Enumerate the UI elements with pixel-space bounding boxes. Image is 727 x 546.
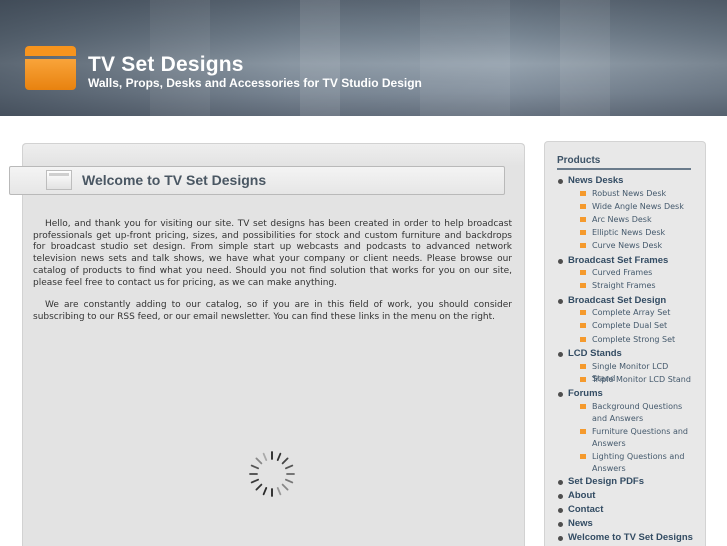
nav-straight-frames[interactable]: Straight Frames	[580, 280, 692, 292]
nav-complete-array-set[interactable]: Complete Array Set	[580, 307, 692, 319]
nav-broadcast-set-frames[interactable]: Broadcast Set Frames	[557, 255, 668, 266]
loading-spinner-icon	[249, 451, 295, 497]
sidebar-heading: Products	[557, 155, 601, 166]
page-icon	[46, 170, 72, 190]
site-tagline: Walls, Props, Desks and Accessories for …	[88, 76, 422, 90]
nav-lighting-questions[interactable]: Lighting Questions and Answers	[580, 451, 692, 475]
nav-wide-angle-news-desk[interactable]: Wide Angle News Desk	[580, 201, 692, 213]
catalog-paragraph: We are constantly adding to our catalog,…	[33, 300, 512, 322]
nav-arc-news-desk[interactable]: Arc News Desk	[580, 214, 692, 226]
nav-lcd-stands[interactable]: LCD Stands	[558, 348, 622, 359]
site-logo[interactable]	[25, 46, 76, 90]
nav-background-questions[interactable]: Background Questions and Answers	[580, 401, 692, 425]
page-title-bar: Welcome to TV Set Designs	[9, 166, 505, 195]
nav-complete-dual-set[interactable]: Complete Dual Set	[580, 320, 692, 332]
sidebar-divider	[557, 168, 691, 170]
nav-about[interactable]: About	[557, 490, 595, 501]
site-title[interactable]: TV Set Designs	[88, 53, 244, 77]
nav-news-desks[interactable]: News Desks	[557, 175, 623, 186]
nav-welcome[interactable]: Welcome to TV Set Designs	[558, 532, 693, 543]
nav-set-design-pdfs[interactable]: Set Design PDFs	[557, 476, 644, 487]
nav-furniture-questions[interactable]: Furniture Questions and Answers	[580, 426, 692, 450]
nav-contact[interactable]: Contact	[557, 504, 603, 515]
nav-elliptic-news-desk[interactable]: Elliptic News Desk	[580, 227, 692, 239]
nav-complete-strong-set[interactable]: Complete Strong Set	[580, 334, 692, 346]
nav-broadcast-set-design[interactable]: Broadcast Set Design	[557, 295, 666, 306]
nav-curve-news-desk[interactable]: Curve News Desk	[580, 240, 692, 252]
site-header: TV Set Designs Walls, Props, Desks and A…	[0, 0, 727, 116]
page-title: Welcome to TV Set Designs	[82, 172, 267, 188]
nav-forums[interactable]: Forums	[558, 388, 603, 399]
nav-triple-monitor-lcd-stand[interactable]: Triple Monitor LCD Stand	[580, 374, 692, 386]
intro-paragraph: Hello, and thank you for visiting our si…	[33, 219, 512, 288]
nav-news[interactable]: News	[558, 518, 593, 529]
nav-robust-news-desk[interactable]: Robust News Desk	[580, 188, 692, 200]
nav-curved-frames[interactable]: Curved Frames	[580, 267, 692, 279]
